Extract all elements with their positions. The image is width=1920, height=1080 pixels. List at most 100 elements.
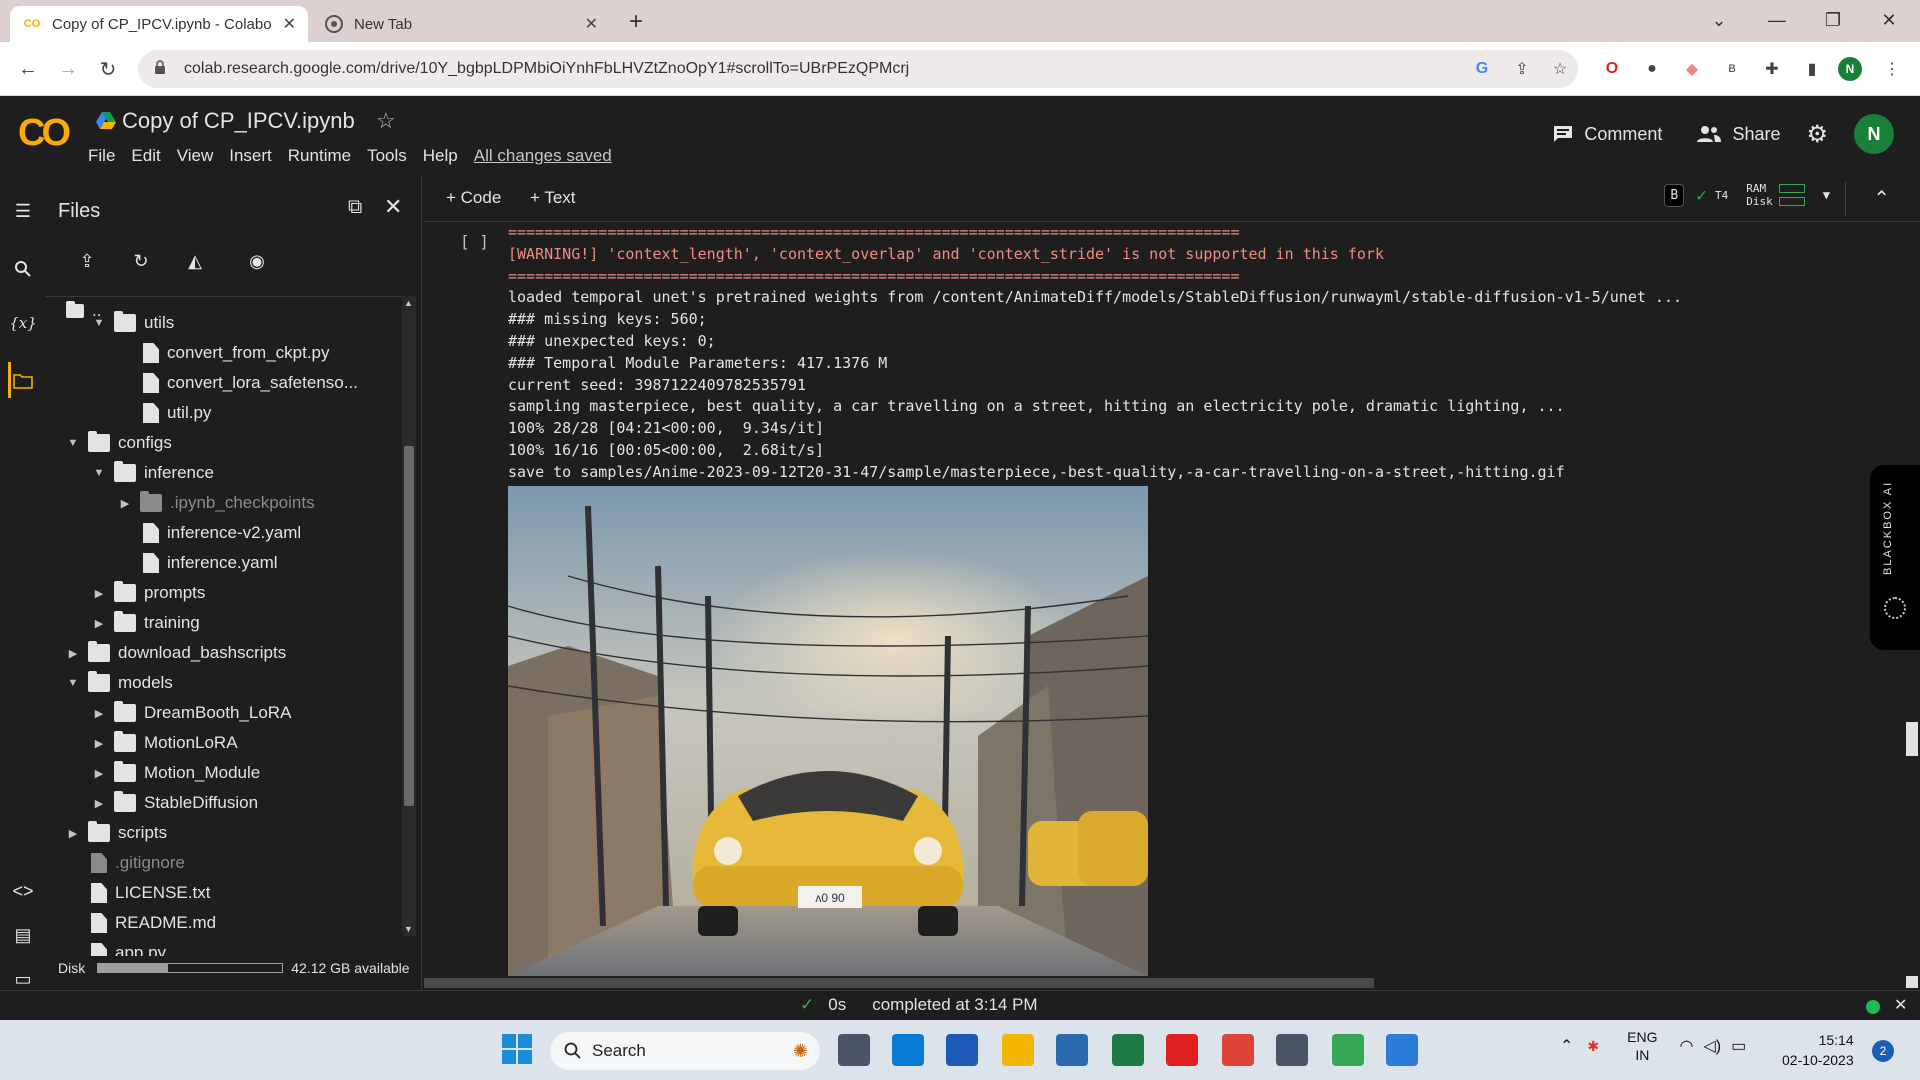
runtime-status[interactable]: B ✓ T4 RAM Disk ▼ bbox=[1664, 182, 1830, 208]
caret-down-icon[interactable]: ▼ bbox=[64, 677, 82, 689]
cell-run-button[interactable]: [ ] bbox=[460, 232, 489, 251]
caret-right-icon[interactable]: ▶ bbox=[90, 587, 108, 600]
reload-icon[interactable]: ↻ bbox=[92, 53, 124, 85]
caret-right-icon[interactable]: ▶ bbox=[90, 617, 108, 630]
tree-folder[interactable]: ▶ download_bashscripts bbox=[64, 639, 286, 667]
command-palette-icon[interactable]: ▤ bbox=[8, 920, 38, 950]
horizontal-scrollbar[interactable] bbox=[424, 976, 1920, 990]
menu-file[interactable]: File bbox=[88, 146, 115, 166]
battery-icon[interactable]: ▭ bbox=[1731, 1036, 1746, 1056]
wifi-icon[interactable]: ◠ bbox=[1679, 1036, 1693, 1056]
tree-folder[interactable]: ▶ DreamBooth_LoRA bbox=[90, 699, 291, 727]
taskbar-search[interactable]: Search ✺ bbox=[550, 1032, 820, 1070]
caret-right-icon[interactable]: ▶ bbox=[90, 737, 108, 750]
camera-app-icon[interactable] bbox=[838, 1034, 870, 1066]
file-tree-scrollbar[interactable]: ▲ ▼ bbox=[402, 296, 416, 936]
tree-folder[interactable]: ▶ Motion_Module bbox=[90, 759, 260, 787]
caret-down-icon[interactable]: ▼ bbox=[90, 467, 108, 479]
word-app-icon[interactable] bbox=[946, 1034, 978, 1066]
vertical-scroll-thumb[interactable] bbox=[1906, 722, 1918, 756]
menu-tools[interactable]: Tools bbox=[367, 146, 407, 166]
profile-avatar[interactable]: N bbox=[1838, 57, 1862, 81]
share-button[interactable]: Share bbox=[1696, 124, 1780, 145]
files-folder-icon[interactable] bbox=[8, 366, 38, 396]
extensions-puzzle-icon[interactable]: ✚ bbox=[1760, 57, 1784, 81]
tree-folder[interactable]: ▼ configs bbox=[64, 429, 172, 457]
table-of-contents-icon[interactable]: ☰ bbox=[8, 196, 38, 226]
google-lens-icon[interactable]: G bbox=[1470, 57, 1494, 81]
caret-right-icon[interactable]: ▶ bbox=[90, 797, 108, 810]
caret-right-icon[interactable]: ▶ bbox=[90, 707, 108, 720]
tab-new-tab[interactable]: New Tab ✕ bbox=[312, 6, 610, 42]
tree-file[interactable]: inference-v2.yaml bbox=[116, 519, 301, 547]
windows-start-icon[interactable] bbox=[502, 1034, 532, 1069]
user-avatar[interactable]: N bbox=[1854, 114, 1894, 154]
notebook-title[interactable]: Copy of CP_IPCV.ipynb bbox=[96, 108, 355, 134]
star-icon[interactable]: ☆ bbox=[376, 108, 396, 134]
tab-colab[interactable]: CO Copy of CP_IPCV.ipynb - Colabo ✕ bbox=[10, 6, 308, 42]
tray-overflow-icon[interactable]: ⌃ bbox=[1560, 1036, 1573, 1056]
tree-folder[interactable]: ▶ MotionLoRA bbox=[90, 729, 238, 757]
close-panel-icon[interactable]: ✕ bbox=[384, 194, 402, 220]
tab-search-chevron-icon[interactable]: ⌄ bbox=[1696, 4, 1742, 36]
tree-file[interactable]: README.md bbox=[64, 909, 216, 937]
tree-folder[interactable]: ▶ scripts bbox=[64, 819, 167, 847]
tree-file[interactable]: convert_from_ckpt.py bbox=[116, 339, 330, 367]
show-hidden-eye-icon[interactable]: ◉ bbox=[242, 246, 272, 276]
b-extension-icon[interactable]: B bbox=[1720, 57, 1744, 81]
address-bar[interactable]: colab.research.google.com/drive/10Y_bgbp… bbox=[138, 50, 1578, 88]
notification-badge[interactable]: 2 bbox=[1872, 1040, 1894, 1062]
taskbar-clock[interactable]: 15:14 02-10-2023 bbox=[1782, 1030, 1854, 1070]
caret-right-icon[interactable]: ▶ bbox=[90, 767, 108, 780]
volume-icon[interactable]: ◁) bbox=[1703, 1036, 1721, 1056]
chrome-menu-icon[interactable]: ⋮ bbox=[1880, 57, 1904, 81]
tree-file[interactable]: LICENSE.txt bbox=[64, 879, 210, 907]
back-icon[interactable]: ← bbox=[12, 53, 44, 85]
caret-down-icon[interactable]: ▼ bbox=[90, 317, 108, 329]
comment-button[interactable]: Comment bbox=[1552, 124, 1662, 145]
tab-close-icon[interactable]: ✕ bbox=[283, 14, 296, 34]
runtime-dropdown-icon[interactable]: ▼ bbox=[1823, 188, 1830, 202]
menu-edit[interactable]: Edit bbox=[131, 146, 160, 166]
panda-extension-icon[interactable]: ● bbox=[1640, 57, 1664, 81]
side-panel-icon[interactable]: ▮ bbox=[1800, 57, 1824, 81]
bookmark-star-icon[interactable]: ☆ bbox=[1548, 57, 1572, 81]
tree-file[interactable]: inference.yaml bbox=[116, 549, 278, 577]
share-page-icon[interactable]: ⇪ bbox=[1510, 57, 1534, 81]
horizontal-scroll-thumb[interactable] bbox=[424, 978, 1374, 988]
youtube-app-icon[interactable] bbox=[1166, 1034, 1198, 1066]
close-window-icon[interactable]: ✕ bbox=[1866, 4, 1912, 36]
chrome-n-app-icon[interactable] bbox=[1332, 1034, 1364, 1066]
colab-logo[interactable]: CO bbox=[18, 112, 71, 155]
add-text-button[interactable]: + Text bbox=[530, 188, 576, 208]
caret-right-icon[interactable]: ▶ bbox=[64, 827, 82, 840]
new-tab-button[interactable]: + bbox=[622, 8, 650, 36]
minimize-icon[interactable]: — bbox=[1754, 4, 1800, 36]
scroll-thumb[interactable] bbox=[404, 446, 414, 806]
status-close-icon[interactable]: ✕ bbox=[1894, 995, 1907, 1015]
caret-right-icon[interactable]: ▶ bbox=[116, 497, 134, 510]
menu-insert[interactable]: Insert bbox=[229, 146, 272, 166]
menu-view[interactable]: View bbox=[177, 146, 214, 166]
restore-icon[interactable]: ❐ bbox=[1810, 4, 1856, 36]
refresh-folder-icon[interactable]: ↻ bbox=[126, 246, 156, 276]
settings-app-icon[interactable] bbox=[1276, 1034, 1308, 1066]
tray-app-icon[interactable]: ✱ bbox=[1587, 1038, 1599, 1055]
tree-folder[interactable]: ▶ StableDiffusion bbox=[90, 789, 258, 817]
wordpad-app-icon[interactable] bbox=[1056, 1034, 1088, 1066]
forward-icon[interactable]: → bbox=[52, 53, 84, 85]
popout-icon[interactable]: ⧉ bbox=[348, 196, 362, 219]
tree-file[interactable]: convert_lora_safetenso... bbox=[116, 369, 358, 397]
opera-extension-icon[interactable]: O bbox=[1600, 57, 1624, 81]
explorer-app-icon[interactable] bbox=[1002, 1034, 1034, 1066]
language-indicator[interactable]: ENG IN bbox=[1627, 1028, 1657, 1064]
tree-folder[interactable]: ▶ .ipynb_checkpoints bbox=[116, 489, 315, 517]
add-code-button[interactable]: + Code bbox=[446, 188, 501, 208]
tree-file[interactable]: .gitignore bbox=[64, 849, 185, 877]
caret-down-icon[interactable]: ▼ bbox=[64, 437, 82, 449]
chrome-m-app-icon[interactable] bbox=[1222, 1034, 1254, 1066]
notepad-app-icon[interactable] bbox=[1386, 1034, 1418, 1066]
mount-drive-icon[interactable]: ◭ bbox=[180, 246, 210, 276]
blackbox-ai-widget[interactable]: BLACKBOX AI bbox=[1870, 465, 1920, 650]
variables-icon[interactable]: {x} bbox=[8, 308, 38, 338]
